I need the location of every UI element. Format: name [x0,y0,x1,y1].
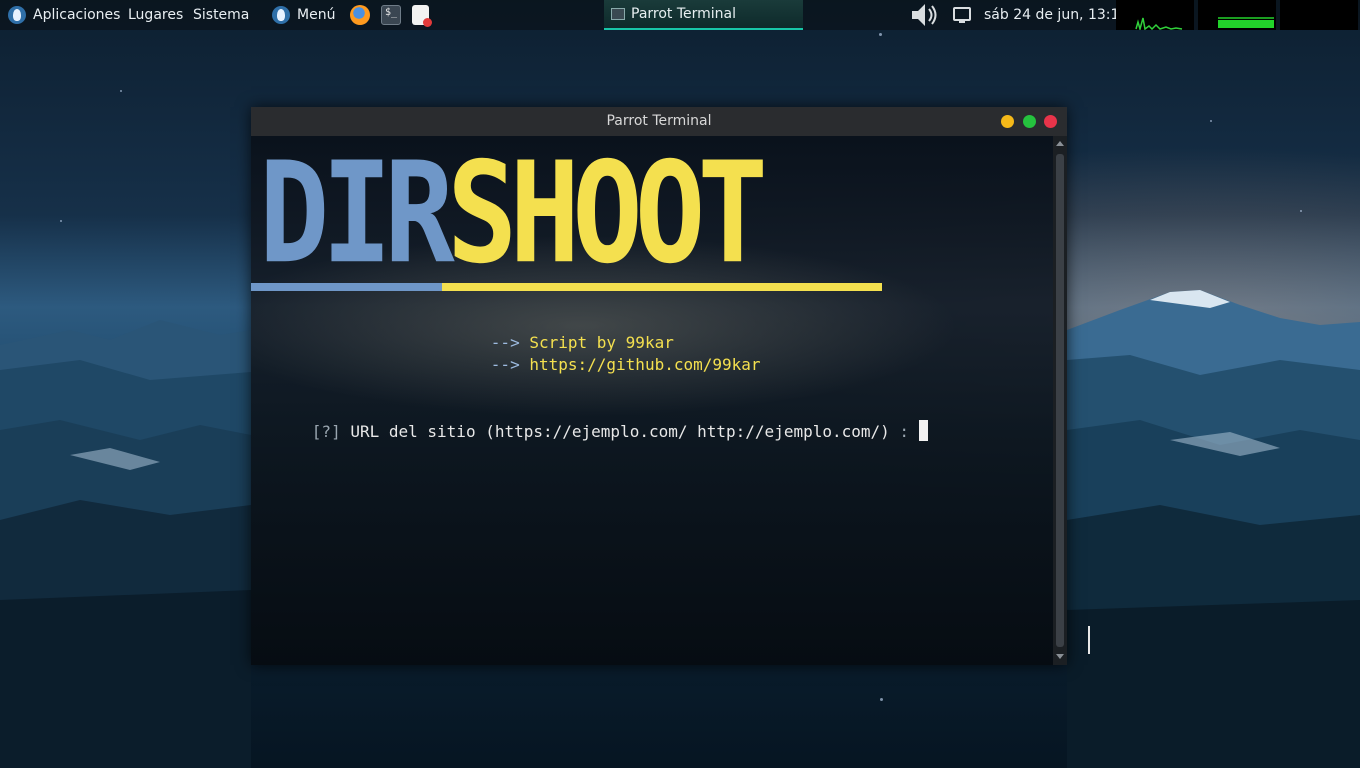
banner-dir: DIR [259,132,455,295]
menu-button[interactable]: Menú [297,0,335,30]
window-titlebar[interactable]: Parrot Terminal [251,107,1067,136]
system-menu[interactable]: Sistema [193,0,249,30]
network-monitor[interactable] [1280,0,1358,30]
memory-monitor[interactable] [1198,0,1276,30]
parrot-logo-icon[interactable] [8,6,26,24]
prompt-marker: [?] [311,422,341,441]
terminal-window[interactable]: Parrot Terminal DIRSHOOT --> Script by 9… [251,107,1067,665]
banner-shoot: SHOOT [446,132,768,295]
applications-menu[interactable]: Aplicaciones [33,0,120,30]
memory-bar-top [1218,17,1274,19]
places-menu[interactable]: Lugares [128,0,183,30]
window-title: Parrot Terminal [606,113,712,129]
memory-bar [1218,20,1274,28]
desktop-caret [1088,626,1090,654]
url-prompt: [?] URL del sitio (https://ejemplo.com/ … [254,401,928,460]
banner-underline-yellow [442,283,882,291]
arrow-marker: --> [490,355,520,374]
credit-url: https://github.com/99kar [529,355,761,374]
clock[interactable]: sáb 24 de jun, 13:13 [984,0,1128,30]
scroll-thumb[interactable] [1056,154,1064,647]
display-icon[interactable] [952,0,972,30]
text-cursor[interactable] [918,420,928,441]
maximize-button[interactable] [1023,115,1036,128]
close-button[interactable] [1044,115,1057,128]
volume-icon[interactable] [910,0,940,30]
ascii-banner: DIRSHOOT [259,144,768,284]
banner-underline-blue [251,283,442,291]
taskbar-terminal-button[interactable]: Parrot Terminal [604,0,803,30]
terminal-icon[interactable]: $_ [381,5,401,25]
terminal-scrollbar[interactable] [1053,136,1067,665]
cpu-monitor[interactable] [1116,0,1194,32]
credit-line-2: --> https://github.com/99kar [433,336,761,393]
text-editor-icon[interactable] [412,5,432,27]
scroll-up-arrow[interactable] [1056,141,1064,146]
cpu-graph [1135,17,1183,32]
prompt-colon: : [899,422,910,441]
minimize-button[interactable] [1001,115,1014,128]
parrot-menu-icon[interactable] [272,6,290,24]
terminal-output[interactable]: DIRSHOOT --> Script by 99kar --> https:/… [251,136,1053,665]
scroll-down-arrow[interactable] [1056,654,1064,659]
taskbar-terminal-label: Parrot Terminal [631,6,737,22]
firefox-icon[interactable] [350,5,370,25]
top-panel: Aplicaciones Lugares Sistema Menú $_ Par… [0,0,1360,32]
terminal-window-icon [611,8,625,20]
prompt-text: URL del sitio (https://ejemplo.com/ http… [350,422,890,441]
